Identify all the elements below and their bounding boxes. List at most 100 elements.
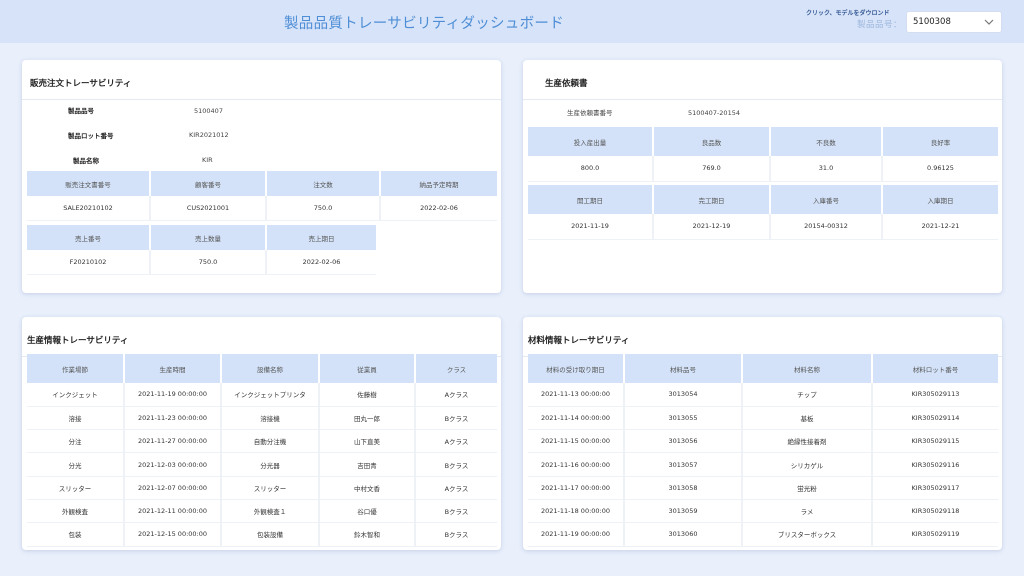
table-cell: ラメ — [742, 499, 873, 524]
product-name-value: KIR — [202, 156, 213, 164]
panel-title: 生産情報トレーサビリティ — [27, 336, 129, 346]
column-header: 良好率 — [882, 127, 998, 156]
panel-title: 販売注文トレーサビリティ — [30, 79, 132, 89]
table-cell: 20154-00312 — [770, 214, 883, 240]
panel-header: 材料情報トレーサビリティ — [523, 317, 1002, 357]
table-cell: 佐藤樹 — [319, 383, 416, 407]
column-header: 開工期日 — [528, 185, 654, 214]
table-cell: 750.0 — [150, 250, 267, 275]
table-cell: 2021-12-15 00:00:00 — [124, 522, 222, 547]
table-cell: Bクラス — [415, 452, 497, 477]
table-row: 2021-11-15 00:00:00 3013056 絶縁性接着剤 KIR30… — [528, 429, 998, 454]
table-cell: KIR305029117 — [872, 476, 998, 500]
table-cell: Aクラス — [415, 383, 497, 407]
table-cell: 基板 — [742, 406, 873, 431]
table-row: スリッター 2021-12-07 00:00:00 スリッター 中村文香 Aクラ… — [27, 476, 497, 500]
table-cell: 750.0 — [266, 196, 381, 221]
table-cell: 溶接 — [27, 406, 125, 431]
table-cell: 包装 — [27, 522, 125, 547]
column-header: 作業場節 — [27, 354, 125, 383]
table-row: 2021-11-16 00:00:00 3013057 シリカゲル KIR305… — [528, 452, 998, 477]
product-lot-value: KIR2021012 — [189, 131, 229, 139]
table-cell: Aクラス — [415, 429, 497, 454]
sales-order-table: 販売注文書番号 顧客番号 注文数 納品予定時期 SALE20210102 CUS… — [27, 171, 497, 221]
table-cell: Bクラス — [415, 499, 497, 524]
production-dates-table: 開工期日 完工期日 入庫番号 入庫期日 2021-11-19 2021-12-1… — [528, 185, 998, 240]
product-number-select[interactable]: 5100308 — [906, 11, 1002, 33]
table-cell: 分光器 — [221, 452, 320, 477]
column-header: 入庫期日 — [882, 185, 998, 214]
production-request-panel: 生産依頼書 生産依頼書番号 5100407-20154 投入産出量 良品数 不良… — [523, 60, 1002, 293]
table-cell: チップ — [742, 383, 873, 407]
table-cell: ブリスターボックス — [742, 522, 873, 547]
table-cell: 2021-11-19 — [528, 214, 654, 240]
product-lot-label: 製品ロット番号 — [68, 132, 114, 140]
request-number-label: 生産依頼書番号 — [567, 109, 613, 117]
table-cell: 3013059 — [624, 499, 743, 524]
table-cell: 2021-11-18 00:00:00 — [528, 499, 625, 524]
table-cell: 2021-11-15 00:00:00 — [528, 429, 625, 454]
table-row: 包装 2021-12-15 00:00:00 包装設備 鈴木智和 Bクラス — [27, 522, 497, 547]
table-cell: Bクラス — [415, 406, 497, 431]
column-header: 顧客番号 — [150, 171, 267, 196]
table-cell: 2021-11-17 00:00:00 — [528, 476, 625, 500]
table-cell: インクジェット — [27, 383, 125, 407]
table-cell: スリッター — [221, 476, 320, 500]
table-cell: 2021-12-21 — [882, 214, 998, 240]
table-cell: KIR305029115 — [872, 429, 998, 454]
table-cell: シリカゲル — [742, 452, 873, 477]
table-cell: 2022-02-06 — [380, 196, 497, 221]
table-cell: F20210102 — [27, 250, 151, 275]
production-quantity-table: 投入産出量 良品数 不良数 良好率 800.0 769.0 31.0 0.961… — [528, 127, 998, 182]
sales-record-table: 売上番号 売上数量 売上期日 F20210102 750.0 2022-02-0… — [27, 225, 376, 275]
column-header: 良品数 — [653, 127, 771, 156]
table-cell: 分注 — [27, 429, 125, 454]
table-cell: 2021-11-23 00:00:00 — [124, 406, 222, 431]
table-row: 2021-11-13 00:00:00 3013054 チップ KIR30502… — [528, 383, 998, 407]
material-traceability-panel: 材料情報トレーサビリティ 材料の受け取り期日 材料品号 材料名称 材料ロット番号… — [523, 317, 1002, 550]
table-cell: KIR305029114 — [872, 406, 998, 431]
column-header: 販売注文書番号 — [27, 171, 151, 196]
table-row: 2021-11-18 00:00:00 3013059 ラメ KIR305029… — [528, 499, 998, 524]
table-cell: 自動分注機 — [221, 429, 320, 454]
table-row: 溶接 2021-11-23 00:00:00 溶接機 田丸一郎 Bクラス — [27, 406, 497, 431]
table-cell: KIR305029116 — [872, 452, 998, 477]
table-cell: KIR305029118 — [872, 499, 998, 524]
table-row: 2021-11-17 00:00:00 3013058 蛍光粉 KIR30502… — [528, 476, 998, 500]
table-cell: 2021-11-19 00:00:00 — [528, 522, 625, 547]
panel-header: 生産情報トレーサビリティ — [22, 317, 501, 357]
table-cell: 0.96125 — [882, 156, 998, 182]
table-cell: 蛍光粉 — [742, 476, 873, 500]
table-cell: 3013055 — [624, 406, 743, 431]
table-cell: KIR305029113 — [872, 383, 998, 407]
column-header: 売上番号 — [27, 225, 151, 250]
table-cell: 山下直美 — [319, 429, 416, 454]
table-cell: スリッター — [27, 476, 125, 500]
product-code-value: 5100407 — [194, 107, 223, 115]
download-hint-link[interactable]: クリック、モデルをダウロンド — [806, 8, 889, 17]
column-header: 材料品号 — [624, 354, 743, 383]
panel-header: 生産依頼書 — [523, 60, 1002, 100]
table-row: 2021-11-19 2021-12-19 20154-00312 2021-1… — [528, 214, 998, 240]
table-cell: 3013058 — [624, 476, 743, 500]
request-number-value: 5100407-20154 — [688, 109, 740, 117]
table-row: 分光 2021-12-03 00:00:00 分光器 吉田青 Bクラス — [27, 452, 497, 477]
column-header: 注文数 — [266, 171, 381, 196]
table-cell: 外観検査１ — [221, 499, 320, 524]
table-cell: Aクラス — [415, 476, 497, 500]
panel-title: 材料情報トレーサビリティ — [528, 336, 630, 346]
table-cell: 2021-12-07 00:00:00 — [124, 476, 222, 500]
table-cell: CUS2021001 — [150, 196, 267, 221]
column-header: 売上期日 — [266, 225, 376, 250]
table-cell: 800.0 — [528, 156, 654, 182]
table-cell: 田丸一郎 — [319, 406, 416, 431]
table-row: インクジェット 2021-11-19 00:00:00 インクジェットプリンタ … — [27, 383, 497, 407]
table-cell: 2021-12-19 — [653, 214, 771, 240]
table-cell: 吉田青 — [319, 452, 416, 477]
table-cell: 2021-11-19 00:00:00 — [124, 383, 222, 407]
table-cell: 2021-11-16 00:00:00 — [528, 452, 625, 477]
column-header: 材料ロット番号 — [872, 354, 998, 383]
table-cell: 外観検査 — [27, 499, 125, 524]
table-cell: 3013054 — [624, 383, 743, 407]
page-title: 製品品質トレーサビリティダッシュボード — [283, 16, 565, 32]
